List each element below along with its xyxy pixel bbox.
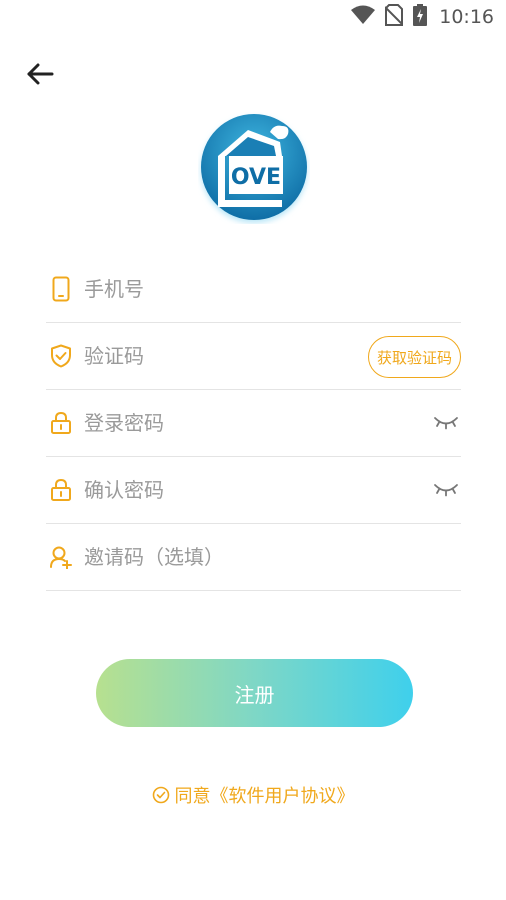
back-button[interactable] <box>22 58 58 90</box>
password-visibility-toggle[interactable] <box>433 412 459 434</box>
phone-input[interactable] <box>84 269 461 309</box>
confirm-password-visibility-toggle[interactable] <box>433 479 459 501</box>
invite-field-row <box>46 524 461 591</box>
phone-icon <box>48 276 74 302</box>
logo-text: OVE <box>231 165 281 190</box>
wifi-icon <box>351 5 376 29</box>
no-sim-icon <box>384 4 404 30</box>
get-code-button[interactable]: 获取验证码 <box>367 336 461 378</box>
user-add-icon <box>48 544 74 570</box>
arrow-left-icon <box>27 63 54 85</box>
lock-icon <box>48 477 74 503</box>
status-time: 10:16 <box>439 6 494 28</box>
eye-closed-icon <box>434 484 458 497</box>
check-circle-icon[interactable] <box>152 786 170 804</box>
register-form: 获取验证码 <box>46 256 461 591</box>
eye-closed-icon <box>434 417 458 430</box>
confirm-password-input[interactable] <box>84 470 461 510</box>
confirm-password-field-row <box>46 457 461 524</box>
invite-code-input[interactable] <box>84 537 461 577</box>
code-field-row: 获取验证码 <box>46 323 461 390</box>
password-input[interactable] <box>84 403 461 443</box>
phone-field-row <box>46 256 461 323</box>
password-field-row <box>46 390 461 457</box>
agreement-row: 同意《软件用户协议》 <box>0 782 506 808</box>
battery-charging-icon <box>413 4 428 30</box>
agreement-text: 同意《软件用户协议》 <box>174 786 355 807</box>
app-logo: OVE <box>198 112 310 224</box>
register-screen: 10:16 OVE 手机号 验证码 获取验证码 邀请码（选填） 注册 同意《软件… <box>0 0 506 900</box>
agreement-link[interactable]: 同意《软件用户协议》 <box>152 782 355 808</box>
register-button[interactable]: 注册 <box>96 659 413 727</box>
lock-icon <box>48 410 74 436</box>
shield-check-icon <box>48 343 74 369</box>
status-bar: 10:16 <box>0 0 506 34</box>
